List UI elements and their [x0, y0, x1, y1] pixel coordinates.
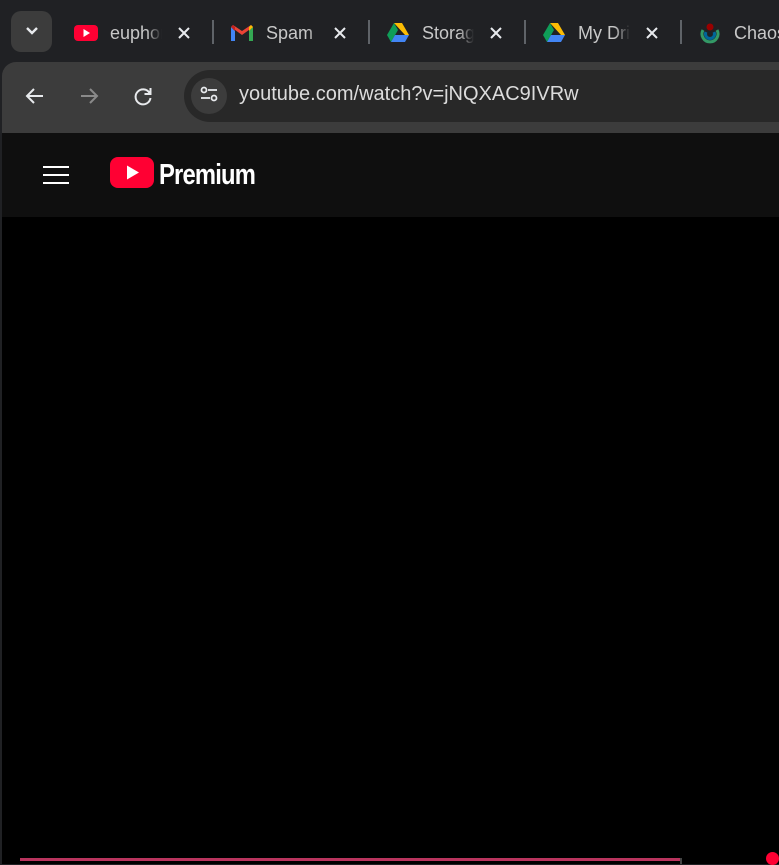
- tab-drive-my-drive[interactable]: My Drive: [542, 15, 674, 51]
- video-player[interactable]: [2, 217, 779, 864]
- tab-youtube[interactable]: euphoria: [74, 15, 206, 51]
- tab-separator: [680, 20, 682, 44]
- site-info-button[interactable]: [191, 78, 227, 114]
- tab-separator: [212, 20, 214, 44]
- tab-search-button[interactable]: [11, 11, 52, 52]
- arrow-right-icon: [78, 85, 100, 112]
- tab-drive-storage[interactable]: Storage: [386, 15, 518, 51]
- tab-title: Chaos: [734, 22, 779, 43]
- tab-title: euphoria: [110, 22, 162, 43]
- google-drive-icon: [542, 21, 566, 45]
- tab-title: Spam: [266, 22, 314, 43]
- url-text[interactable]: youtube.com/watch?v=jNQXAC9IVRw: [239, 83, 579, 106]
- back-button[interactable]: [19, 82, 51, 114]
- tab-title: My Drive: [578, 22, 630, 43]
- reload-icon: [132, 85, 154, 112]
- chevron-down-icon: [25, 23, 39, 41]
- tab-title: Storage: [422, 22, 474, 43]
- youtube-header: Premium: [2, 133, 779, 217]
- hamburger-menu-button[interactable]: [42, 163, 70, 187]
- tune-icon: [199, 85, 219, 108]
- google-drive-icon: [386, 21, 410, 45]
- tab-gmail[interactable]: Spam: [230, 15, 362, 51]
- close-icon[interactable]: [641, 22, 663, 44]
- gmail-icon: [230, 21, 254, 45]
- youtube-play-icon: [110, 157, 154, 193]
- video-progress-bar[interactable]: [20, 858, 680, 861]
- logo-text: Premium: [159, 158, 256, 191]
- arrow-left-icon: [24, 85, 46, 112]
- progress-buffer-marker: [680, 858, 682, 864]
- tab-separator: [524, 20, 526, 44]
- close-icon[interactable]: [173, 22, 195, 44]
- tab-separator: [368, 20, 370, 44]
- reload-button[interactable]: [127, 82, 159, 114]
- tab-wikimedia[interactable]: Chaos: [698, 15, 779, 51]
- hamburger-icon: [42, 166, 70, 191]
- close-icon[interactable]: [329, 22, 351, 44]
- close-icon[interactable]: [485, 22, 507, 44]
- wikimedia-icon: [698, 21, 722, 45]
- youtube-icon: [74, 21, 98, 45]
- forward-button[interactable]: [73, 82, 105, 114]
- tab-strip: euphoria Spam: [0, 0, 779, 62]
- address-bar[interactable]: youtube.com/watch?v=jNQXAC9IVRw: [184, 70, 779, 122]
- browser-toolbar: youtube.com/watch?v=jNQXAC9IVRw: [2, 62, 779, 133]
- youtube-premium-logo[interactable]: Premium: [110, 157, 276, 193]
- scrubber-handle[interactable]: [766, 852, 779, 865]
